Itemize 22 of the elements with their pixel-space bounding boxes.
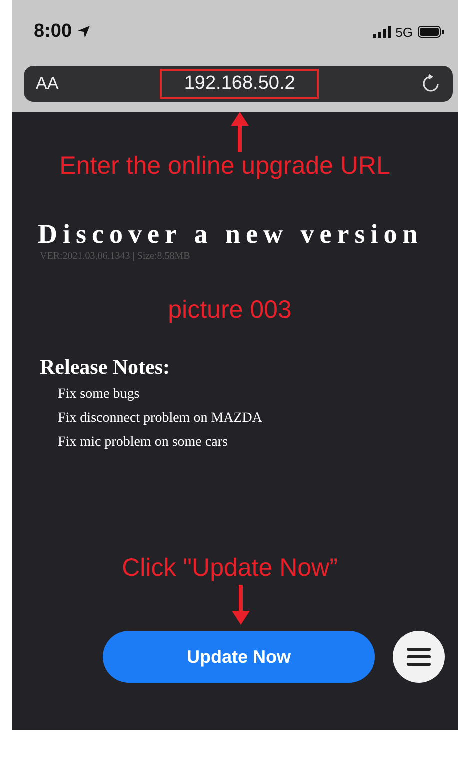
- release-note: Fix some bugs: [58, 386, 141, 404]
- menu-button[interactable]: [393, 631, 445, 683]
- annotation-text: Enter the online upgrade URL: [58, 152, 392, 181]
- text-size-button[interactable]: AA: [36, 74, 59, 94]
- update-title: Discover a new version: [38, 219, 424, 249]
- address-bar[interactable]: AA 192.168.50.2: [24, 66, 453, 102]
- battery-icon: [418, 26, 444, 38]
- release-notes-heading: Release Notes:: [40, 355, 172, 380]
- location-arrow-icon: [77, 25, 92, 39]
- network-type: 5G: [396, 24, 413, 40]
- menu-icon: [407, 648, 431, 666]
- annotation-text: picture 003: [167, 296, 293, 325]
- reload-icon[interactable]: [420, 74, 441, 94]
- release-note: Fix mic problem on some cars: [58, 434, 229, 452]
- update-now-button[interactable]: Update Now: [103, 631, 375, 683]
- status-time: 8:00: [34, 21, 72, 43]
- annotation-arrow: [231, 112, 249, 152]
- signal-icon: [372, 26, 391, 38]
- url-text: 192.168.50.2: [184, 73, 296, 94]
- release-note: Fix disconnect problem on MAZDA: [58, 410, 264, 428]
- annotation-text: Click "Update Now”: [121, 554, 339, 583]
- annotation-arrow: [232, 585, 250, 625]
